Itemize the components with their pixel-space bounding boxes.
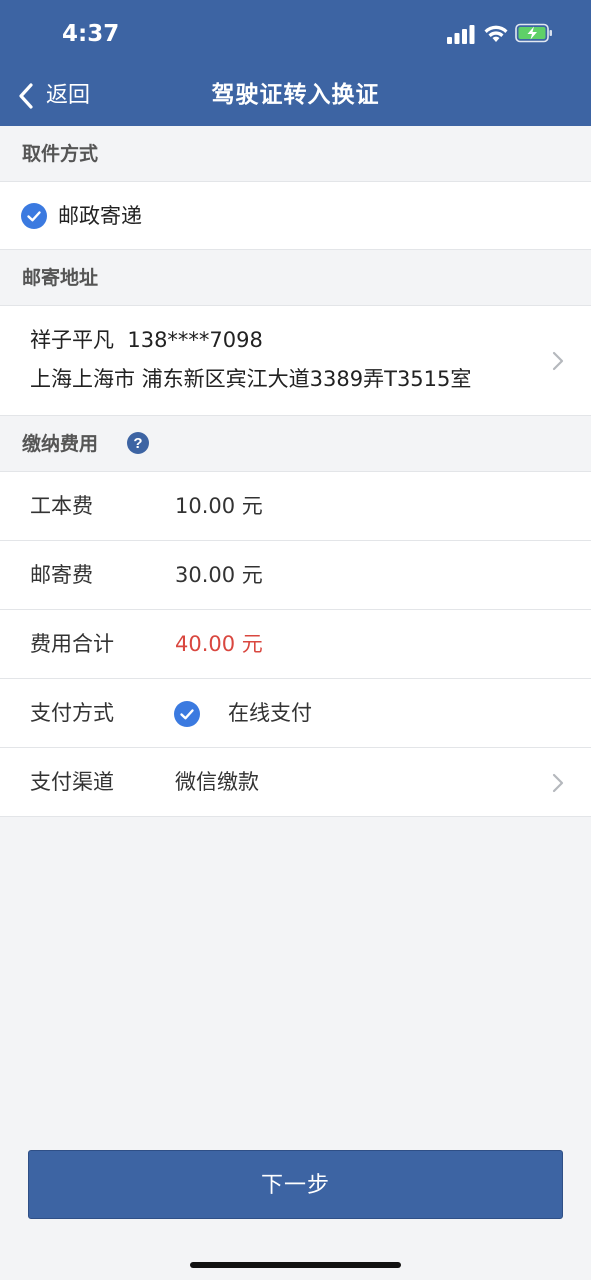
fee-label: 邮寄费 bbox=[30, 563, 93, 587]
fee-value: 10.00 元 bbox=[175, 494, 263, 518]
payment-method-label: 支付方式 bbox=[30, 701, 114, 725]
pickup-option-postal[interactable]: 邮政寄递 bbox=[0, 182, 591, 250]
fee-row-total: 费用合计 40.00 元 bbox=[0, 610, 591, 679]
payment-channel-row[interactable]: 支付渠道 微信缴款 bbox=[0, 748, 591, 817]
pickup-section-title: 取件方式 bbox=[22, 143, 99, 165]
fee-value: 30.00 元 bbox=[175, 563, 263, 587]
chevron-right-icon bbox=[552, 773, 564, 793]
pickup-section-header: 取件方式 bbox=[0, 126, 591, 182]
next-step-button[interactable]: 下一步 bbox=[28, 1150, 563, 1219]
recipient-name-phone: 祥子平凡 138****7098 bbox=[30, 328, 263, 352]
status-time: 4:37 bbox=[62, 21, 120, 47]
address-section-title: 邮寄地址 bbox=[22, 267, 99, 289]
fee-label: 工本费 bbox=[30, 494, 93, 518]
wifi-icon bbox=[484, 25, 508, 42]
payment-method-value: 在线支付 bbox=[228, 701, 312, 725]
fees-section-header: 缴纳费用 ? bbox=[0, 416, 591, 472]
row-divider bbox=[0, 816, 591, 817]
fee-label: 费用合计 bbox=[30, 632, 114, 656]
payment-channel-label: 支付渠道 bbox=[30, 770, 114, 794]
fees-section-title: 缴纳费用 bbox=[22, 433, 99, 455]
payment-channel-value: 微信缴款 bbox=[175, 770, 259, 794]
fee-row-production: 工本费 10.00 元 bbox=[0, 472, 591, 541]
app-header: 4:37 返回 驾驶证转入换证 bbox=[0, 0, 591, 126]
cellular-signal-icon bbox=[447, 25, 475, 44]
help-icon[interactable]: ? bbox=[127, 432, 149, 454]
page-title: 驾驶证转入换证 bbox=[211, 82, 380, 108]
address-card[interactable]: 祥子平凡 138****7098 上海上海市 浦东新区宾江大道3389弄T351… bbox=[0, 306, 591, 416]
help-symbol: ? bbox=[133, 435, 142, 452]
chevron-right-icon bbox=[552, 351, 564, 371]
home-indicator bbox=[190, 1262, 401, 1268]
fee-total-value: 40.00 元 bbox=[175, 632, 263, 656]
recipient-address: 上海上海市 浦东新区宾江大道3389弄T3515室 bbox=[30, 367, 472, 391]
battery-charging-icon bbox=[515, 23, 552, 43]
checkmark-circle-icon bbox=[21, 203, 47, 229]
address-section-header: 邮寄地址 bbox=[0, 250, 591, 306]
pickup-option-label: 邮政寄递 bbox=[58, 204, 142, 228]
fee-row-postage: 邮寄费 30.00 元 bbox=[0, 541, 591, 610]
payment-method-row[interactable]: 支付方式 在线支付 bbox=[0, 679, 591, 748]
checkmark-circle-icon[interactable] bbox=[174, 701, 200, 727]
